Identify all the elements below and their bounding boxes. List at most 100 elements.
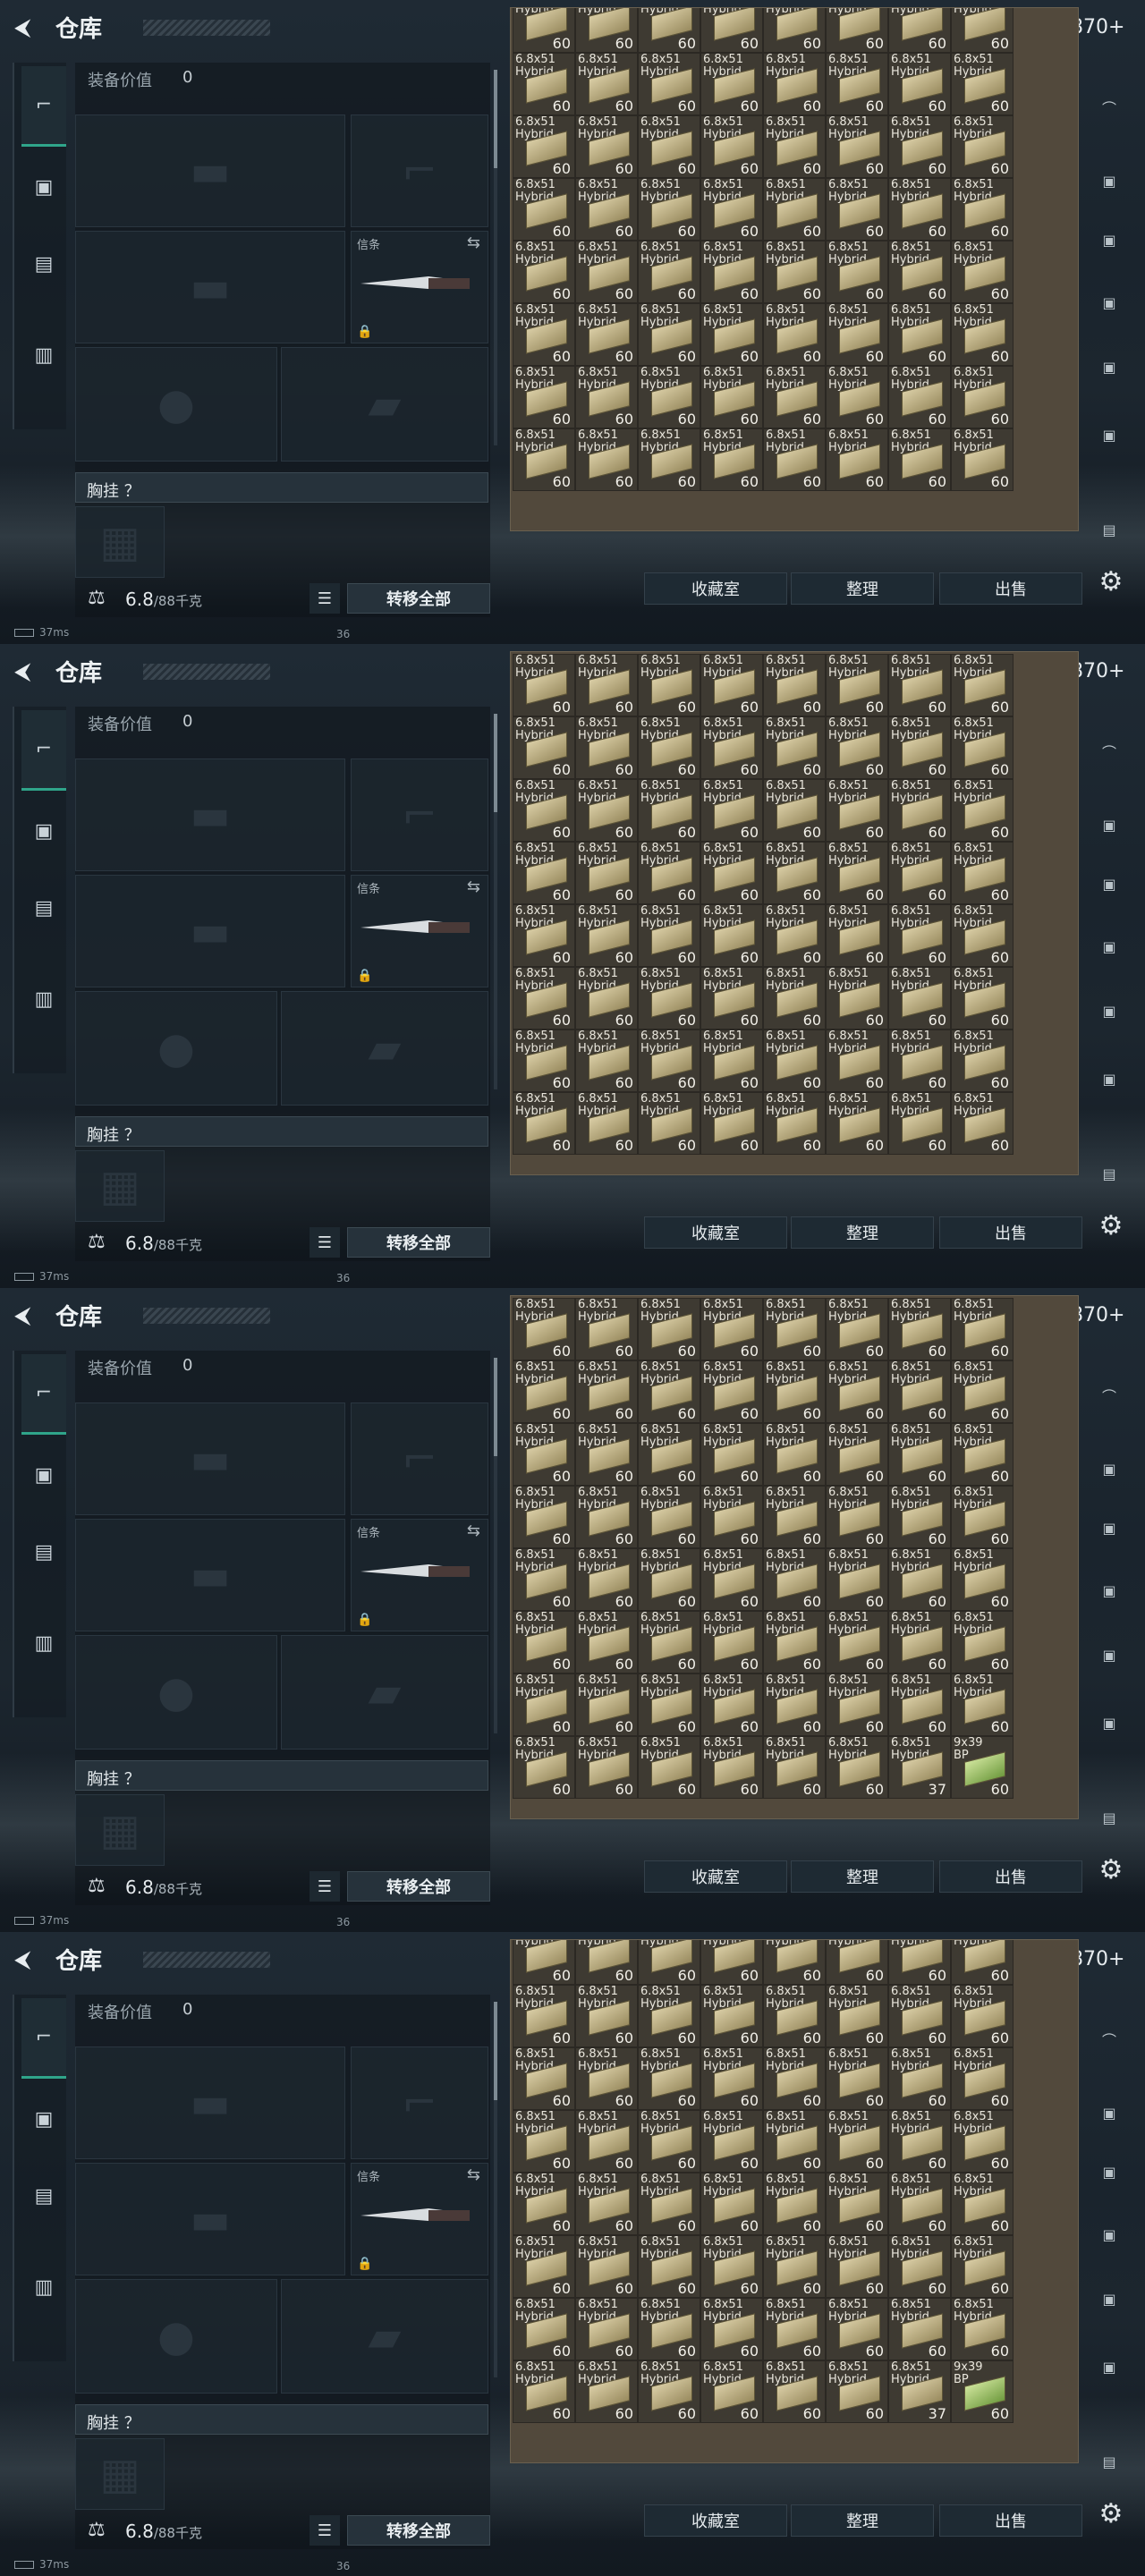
inventory-item[interactable]: 6.8x51Hybrid60	[888, 2298, 951, 2360]
back-arrow-icon[interactable]: ⮜	[14, 1946, 41, 1973]
inventory-item[interactable]: 6.8x51Hybrid60	[575, 967, 638, 1030]
armor-slot[interactable]: ▰	[281, 1635, 488, 1750]
pistol-icon[interactable]: ⌐	[21, 1354, 66, 1435]
helmet-slot[interactable]: ●	[75, 991, 277, 1106]
inventory-item[interactable]: 6.8x51Hybrid60	[888, 366, 951, 428]
inventory-item[interactable]: 9x39 BP 60	[951, 1736, 1014, 1799]
inventory-item[interactable]: 6.8x51Hybrid60	[638, 1985, 700, 2047]
inventory-item[interactable]: 6.8x51Hybrid60	[951, 428, 1014, 491]
arch-icon[interactable]: ⌒	[1090, 1376, 1129, 1415]
inventory-item[interactable]: 6.8x51Hybrid60	[575, 8, 638, 53]
inventory-item[interactable]: 6.8x51Hybrid60	[763, 1548, 826, 1611]
inventory-item[interactable]: 6.8x51Hybrid60	[575, 2360, 638, 2423]
chest-rig-bar[interactable]: 胸挂 ？	[75, 472, 488, 503]
inventory-item[interactable]: 6.8x51Hybrid60	[513, 779, 575, 842]
inventory-item[interactable]: 6.8x51Hybrid60	[700, 2298, 763, 2360]
inventory-item[interactable]: 6.8x51Hybrid60	[763, 1736, 826, 1799]
inventory-item[interactable]: 6.8x51Hybrid60	[700, 1674, 763, 1736]
inventory-item[interactable]: 6.8x51Hybrid60	[888, 303, 951, 366]
inventory-item[interactable]: 6.8x51Hybrid60	[513, 1736, 575, 1799]
inventory-item[interactable]: 6.8x51Hybrid60	[575, 2235, 638, 2298]
primary-weapon-slot[interactable]: ▬	[75, 2046, 345, 2159]
inventory-item[interactable]: 6.8x51Hybrid60	[575, 241, 638, 303]
inventory-item[interactable]: 6.8x51Hybrid60	[763, 1611, 826, 1674]
inventory-item[interactable]: 6.8x51Hybrid60	[763, 178, 826, 241]
inventory-item[interactable]: 6.8x51Hybrid60	[951, 1985, 1014, 2047]
case-icon[interactable]: ▥	[21, 315, 66, 395]
case-tab-icon[interactable]: ▣	[1090, 347, 1129, 386]
inventory-item[interactable]: 6.8x51Hybrid60	[513, 303, 575, 366]
back-arrow-icon[interactable]: ⮜	[14, 658, 41, 685]
case-tab-icon[interactable]: ▣	[1090, 1571, 1129, 1610]
inventory-item[interactable]: 6.8x51Hybrid60	[575, 1030, 638, 1092]
inventory-item[interactable]: 6.8x51Hybrid60	[826, 1611, 888, 1674]
collection-button[interactable]: 收藏室	[644, 1860, 787, 1893]
inventory-item[interactable]: 6.8x51Hybrid60	[763, 2298, 826, 2360]
inventory-item[interactable]: 6.8x51Hybrid60	[638, 1736, 700, 1799]
sell-button[interactable]: 出售	[939, 2504, 1082, 2537]
pistol-icon[interactable]: ⌐	[21, 710, 66, 791]
case-tab-icon[interactable]: ▣	[1090, 415, 1129, 454]
inventory-item[interactable]: 6.8x51Hybrid60	[763, 1423, 826, 1486]
inventory-item[interactable]: 6.8x51Hybrid60	[575, 716, 638, 779]
inventory-item[interactable]: 6.8x51Hybrid60	[575, 1674, 638, 1736]
inventory-item[interactable]: 6.8x51Hybrid60	[763, 842, 826, 904]
inventory-item[interactable]: 6.8x51Hybrid60	[513, 904, 575, 967]
inventory-item[interactable]: 6.8x51Hybrid60	[763, 1985, 826, 2047]
inventory-item[interactable]: 6.8x51Hybrid60	[826, 1486, 888, 1548]
inventory-item[interactable]: 6.8x51Hybrid60	[638, 178, 700, 241]
inventory-item[interactable]: 6.8x51Hybrid60	[888, 654, 951, 716]
vest-icon[interactable]: ▤	[21, 2156, 66, 2236]
pistol-icon[interactable]: ⌐	[21, 66, 66, 147]
inventory-item[interactable]: 6.8x51Hybrid60	[700, 1360, 763, 1423]
inventory-item[interactable]: 6.8x51Hybrid60	[513, 178, 575, 241]
list-icon[interactable]: ☰	[310, 1227, 340, 1258]
swap-icon[interactable]: ⇆	[467, 877, 480, 896]
inventory-item[interactable]: 6.8x51Hybrid60	[888, 428, 951, 491]
inventory-item[interactable]: 6.8x51Hybrid60	[763, 1030, 826, 1092]
inventory-item[interactable]: 6.8x51Hybrid60	[700, 1486, 763, 1548]
inventory-item[interactable]: 6.8x51Hybrid60	[638, 1611, 700, 1674]
swap-icon[interactable]: ⇆	[467, 2165, 480, 2184]
inventory-item[interactable]: 6.8x51Hybrid60	[513, 366, 575, 428]
case-tab-icon[interactable]: ▣	[1090, 1508, 1129, 1547]
inventory-item[interactable]: 6.8x51Hybrid60	[951, 115, 1014, 178]
inventory-item[interactable]: 6.8x51Hybrid60	[700, 2047, 763, 2110]
inventory-item[interactable]: 6.8x51Hybrid60	[700, 716, 763, 779]
inventory-item[interactable]: 6.8x51Hybrid60	[888, 1674, 951, 1736]
case-tab-icon[interactable]: ▣	[1090, 1703, 1129, 1742]
inventory-item[interactable]: 6.8x51Hybrid60	[575, 115, 638, 178]
inventory-item[interactable]: 6.8x51 Hybrid 37	[888, 1736, 951, 1799]
inventory-item[interactable]: 6.8x51Hybrid60	[700, 241, 763, 303]
pistol-slot[interactable]: ⌐	[351, 758, 488, 871]
inventory-item[interactable]: 6.8x51Hybrid60	[888, 2235, 951, 2298]
case-tab-icon[interactable]: ▣	[1090, 991, 1129, 1030]
arch-icon[interactable]: ⌒	[1090, 2020, 1129, 2059]
inventory-item[interactable]: 6.8x51Hybrid60	[700, 654, 763, 716]
back-arrow-icon[interactable]: ⮜	[14, 14, 41, 41]
inventory-item[interactable]: 6.8x51Hybrid60	[888, 967, 951, 1030]
inventory-item[interactable]: 6.8x51Hybrid60	[826, 2235, 888, 2298]
inventory-item[interactable]: 6.8x51Hybrid60	[513, 1674, 575, 1736]
case-tab-icon[interactable]: ▣	[1090, 1449, 1129, 1488]
inventory-item[interactable]: 6.8x51Hybrid60	[700, 1030, 763, 1092]
inventory-item[interactable]: 6.8x51Hybrid60	[951, 1092, 1014, 1155]
swap-icon[interactable]: ⇆	[467, 1521, 480, 1540]
inventory-item[interactable]: 6.8x51Hybrid60	[700, 1423, 763, 1486]
inventory-item[interactable]: 6.8x51Hybrid60	[575, 366, 638, 428]
transfer-all-button[interactable]: 转移全部	[347, 1227, 490, 1258]
inventory-item[interactable]: 6.8x51Hybrid60	[700, 53, 763, 115]
inventory-item[interactable]: 6.8x51Hybrid60	[826, 2298, 888, 2360]
gear-icon[interactable]: ⚙	[1093, 1208, 1129, 1243]
inventory-item[interactable]: 6.8x51Hybrid60	[888, 1486, 951, 1548]
inventory-item[interactable]: 6.8x51Hybrid60	[513, 654, 575, 716]
inventory-item[interactable]: 6.8x51Hybrid60	[888, 2110, 951, 2173]
vest-icon[interactable]: ▤	[21, 868, 66, 948]
inventory-item[interactable]: 6.8x51Hybrid60	[888, 2173, 951, 2235]
inventory-item[interactable]: 6.8x51Hybrid60	[575, 842, 638, 904]
inventory-item[interactable]: 6.8x51Hybrid60	[513, 1030, 575, 1092]
inventory-item[interactable]: 6.8x51Hybrid60	[513, 967, 575, 1030]
gear-icon[interactable]: ⚙	[1093, 564, 1129, 599]
chest-rig-slot[interactable]: ▦	[75, 1794, 165, 1866]
sort-button[interactable]: 整理	[791, 2504, 934, 2537]
